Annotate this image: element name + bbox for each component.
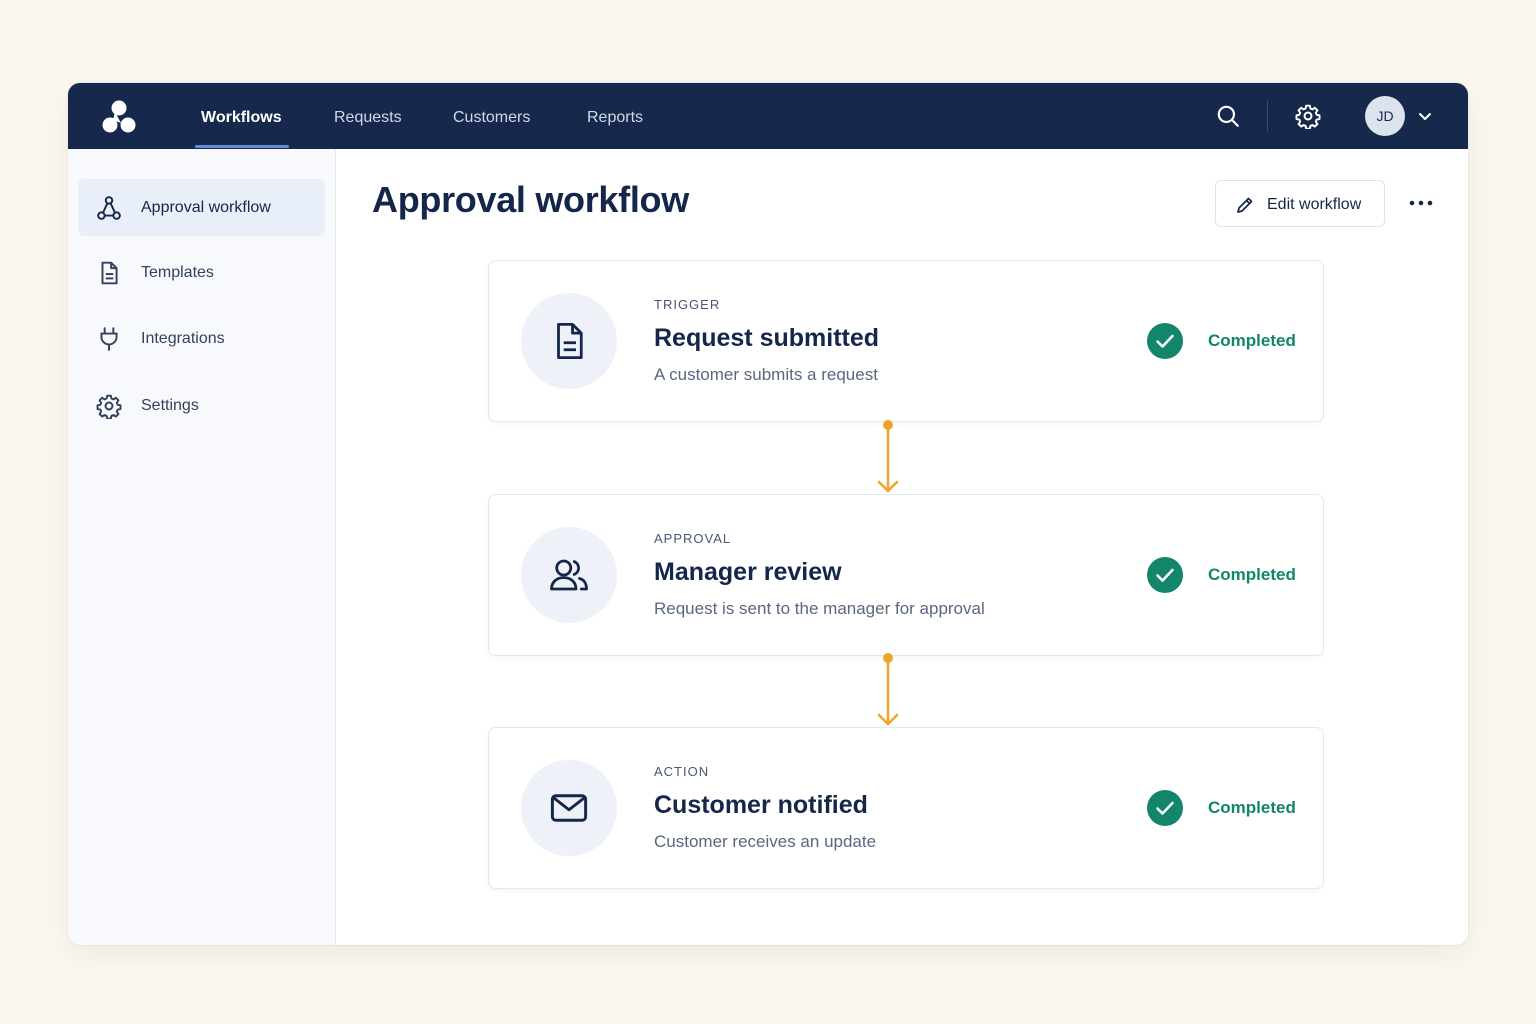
check-circle-icon (1147, 323, 1183, 359)
step-description: Customer receives an update (654, 832, 877, 851)
search-icon[interactable] (1215, 103, 1241, 129)
tab-workflows[interactable]: Workflows (201, 83, 282, 149)
workflow-step-card[interactable]: TRIGGER Request submitted A customer sub… (488, 260, 1324, 422)
plug-icon (100, 327, 118, 351)
step-description: A customer submits a request (654, 365, 878, 384)
step-title: Customer notified (654, 791, 868, 819)
page-title: Approval workflow (372, 179, 689, 220)
user-avatar[interactable]: JD (1365, 96, 1405, 136)
mail-icon (550, 794, 588, 822)
tab-customers[interactable]: Customers (453, 83, 530, 149)
sidebar-item-integrations[interactable]: Integrations (78, 310, 325, 367)
sidebar-item-label: Integrations (141, 330, 225, 347)
more-options-icon[interactable] (1406, 191, 1436, 215)
nav-divider (1267, 101, 1268, 131)
active-tab-indicator (195, 145, 289, 148)
edit-workflow-label: Edit workflow (1267, 196, 1362, 213)
step-icon-circle (521, 527, 617, 623)
top-nav: Workflows Requests Customers Reports JD (68, 83, 1468, 149)
step-status: Completed (1208, 798, 1296, 817)
step-description: Request is sent to the manager for appro… (654, 599, 985, 618)
workflow-step-card[interactable]: APPROVAL Manager review Request is sent … (488, 494, 1324, 656)
step-kind: APPROVAL (654, 531, 732, 546)
connector-arrow-icon (877, 653, 899, 726)
tab-requests[interactable]: Requests (334, 83, 402, 149)
check-circle-icon (1147, 557, 1183, 593)
sidebar-item-approval-workflow[interactable]: Approval workflow (78, 179, 325, 236)
check-circle-icon (1147, 790, 1183, 826)
step-title: Manager review (654, 558, 842, 586)
gear-icon (96, 394, 122, 419)
sidebar-item-label: Templates (141, 264, 214, 281)
tab-reports[interactable]: Reports (587, 83, 643, 149)
users-icon (550, 559, 588, 591)
app-window: Workflows Requests Customers Reports JD (68, 83, 1468, 945)
sidebar-item-label: Settings (141, 397, 199, 414)
sidebar: Approval workflow Templates Integrations (68, 149, 336, 945)
workflow-step-card[interactable]: ACTION Customer notified Customer receiv… (488, 727, 1324, 889)
step-status: Completed (1208, 331, 1296, 350)
document-icon (557, 322, 583, 360)
app-logo-icon[interactable] (100, 99, 138, 135)
edit-workflow-button[interactable]: Edit workflow (1215, 180, 1385, 227)
step-kind: TRIGGER (654, 297, 721, 312)
connector-arrow-icon (877, 420, 899, 493)
sidebar-item-templates[interactable]: Templates (78, 244, 325, 301)
step-title: Request submitted (654, 324, 880, 352)
document-icon (101, 261, 118, 285)
step-icon-circle (521, 760, 617, 856)
step-kind: ACTION (654, 764, 710, 779)
pencil-icon (1237, 197, 1253, 213)
sidebar-item-label: Approval workflow (141, 199, 271, 216)
step-icon-circle (521, 293, 617, 389)
chevron-down-icon[interactable] (1417, 108, 1433, 124)
step-status: Completed (1208, 565, 1296, 584)
gear-icon[interactable] (1295, 103, 1321, 129)
sidebar-item-settings[interactable]: Settings (78, 377, 325, 434)
workflow-icon (97, 196, 121, 220)
